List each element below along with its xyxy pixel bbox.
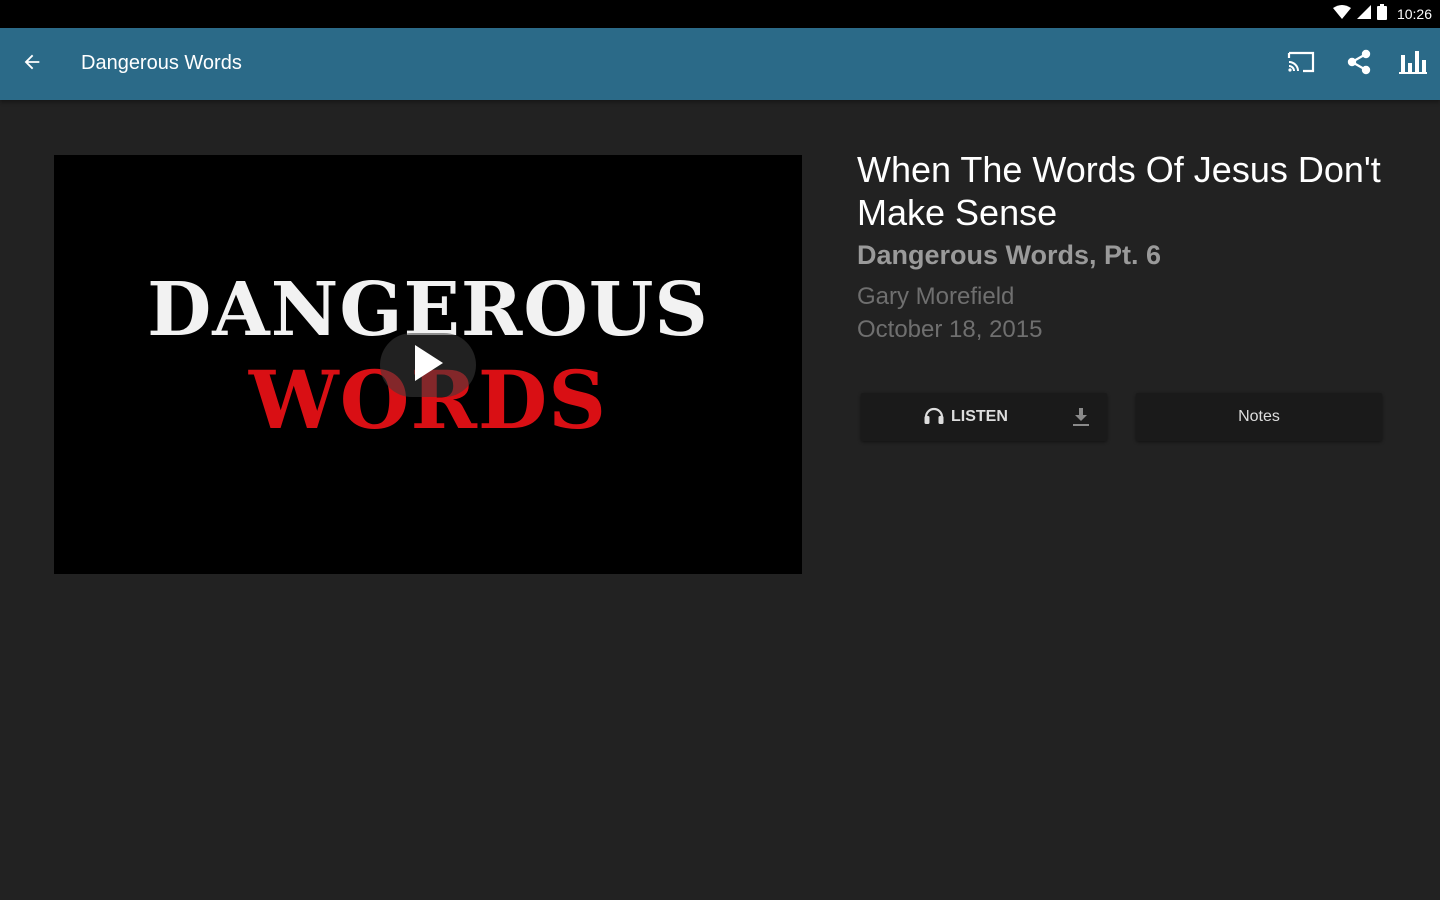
play-button-background — [380, 333, 476, 397]
back-button[interactable] — [12, 44, 52, 84]
notes-button[interactable]: Notes — [1136, 393, 1382, 441]
notes-label: Notes — [1238, 408, 1280, 425]
signal-icon — [1356, 4, 1371, 24]
stats-button[interactable] — [1393, 44, 1433, 84]
sermon-title: When The Words Of Jesus Don't Make Sense — [857, 149, 1381, 233]
app-title: Dangerous Words — [81, 52, 242, 74]
speaker-name: Gary Morefield — [857, 283, 1015, 310]
play-button[interactable] — [378, 323, 478, 407]
video-player[interactable]: DANGEROUS WORDS — [54, 155, 802, 574]
cast-icon — [1287, 50, 1315, 79]
share-icon — [1345, 48, 1373, 81]
headphones-icon — [923, 405, 945, 430]
bar-chart-icon — [1399, 49, 1427, 80]
status-time: 10:26 — [1396, 6, 1432, 22]
app-bar: Dangerous Words — [0, 28, 1440, 100]
listen-label: LISTEN — [951, 408, 1008, 425]
sermon-details: When The Words Of Jesus Don't Make Sense… — [857, 148, 1397, 346]
wifi-icon — [1332, 4, 1351, 24]
status-icons: 10:26 — [1332, 3, 1432, 25]
share-button[interactable] — [1339, 44, 1379, 84]
listen-button[interactable]: LISTEN — [861, 393, 1107, 441]
status-bar: 10:26 — [0, 0, 1440, 28]
listen-button-content: LISTEN — [923, 393, 1008, 441]
cast-button[interactable] — [1281, 44, 1321, 84]
arrow-back-icon — [21, 51, 43, 78]
download-icon[interactable] — [1069, 405, 1093, 429]
play-icon — [411, 343, 445, 388]
series-name: Dangerous Words, Pt. 6 — [857, 240, 1162, 270]
sermon-date: October 18, 2015 — [857, 316, 1043, 343]
battery-icon — [1376, 3, 1387, 25]
